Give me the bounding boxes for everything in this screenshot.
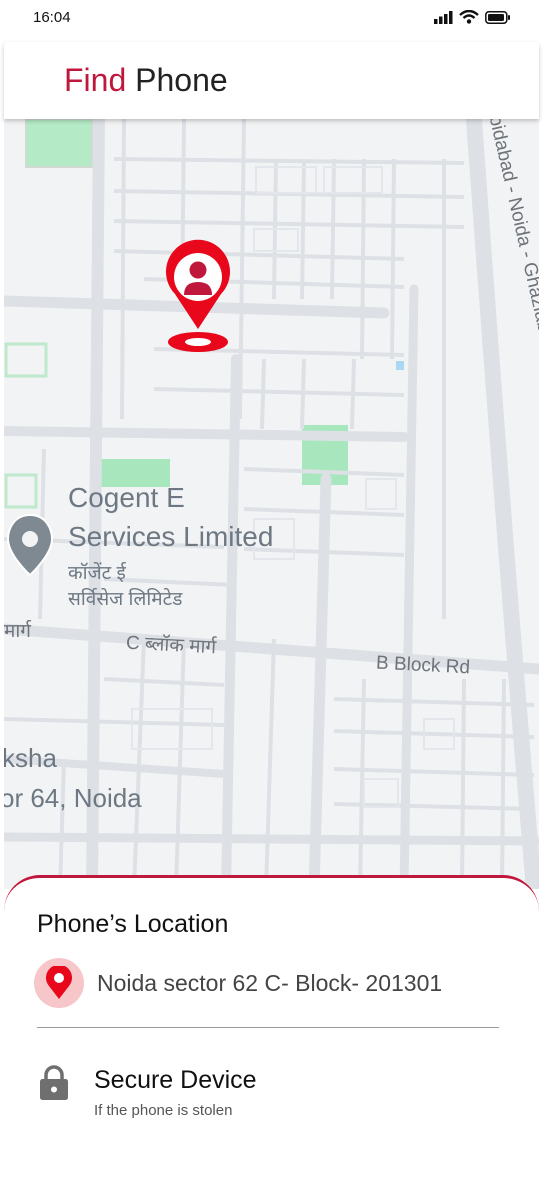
app-title-accent: Find [64, 62, 127, 98]
location-text: Noida sector 62 C- Block- 201301 [97, 969, 443, 996]
map-view[interactable]: Cogent E Services Limited कॉजेंट ई सर्वि… [4, 119, 539, 889]
secure-device-subtitle: If the phone is stolen [94, 1102, 233, 1119]
poi-name-line2: Services Limited [68, 521, 274, 552]
sheet-title: Phone’s Location [37, 910, 229, 938]
location-row[interactable]: Noida sector 62 C- Block- 201301 [34, 958, 442, 1008]
app-header: Find Phone [4, 42, 539, 119]
area-label-line2: or 64, Noida [4, 783, 142, 813]
location-pin-icon [34, 958, 84, 1008]
status-bar: 16:04 [0, 0, 543, 40]
status-icons [434, 10, 511, 24]
lock-icon [40, 1065, 68, 1100]
app-title: Find Phone [64, 62, 228, 99]
poi-hindi-line2: सर्विसेज लिमिटेड [68, 589, 183, 610]
area-label-line1: ksha [4, 743, 57, 773]
road-label-c-block: C ब्लॉक मार्ग [125, 632, 217, 659]
wifi-icon [459, 10, 479, 24]
divider [37, 1027, 499, 1028]
status-time: 16:04 [33, 9, 71, 26]
road-label-left: मार्ग [4, 621, 31, 642]
poi-hindi-line1: कॉजेंट ई [68, 563, 126, 584]
location-sheet: Phone’s Location Noida sector 62 C- Bloc… [4, 875, 539, 1189]
signal-icon [434, 10, 453, 24]
secure-device-title: Secure Device [94, 1066, 257, 1094]
battery-icon [485, 10, 510, 24]
poi-name-line1: Cogent E [68, 482, 185, 513]
app-title-rest: Phone [135, 62, 228, 98]
